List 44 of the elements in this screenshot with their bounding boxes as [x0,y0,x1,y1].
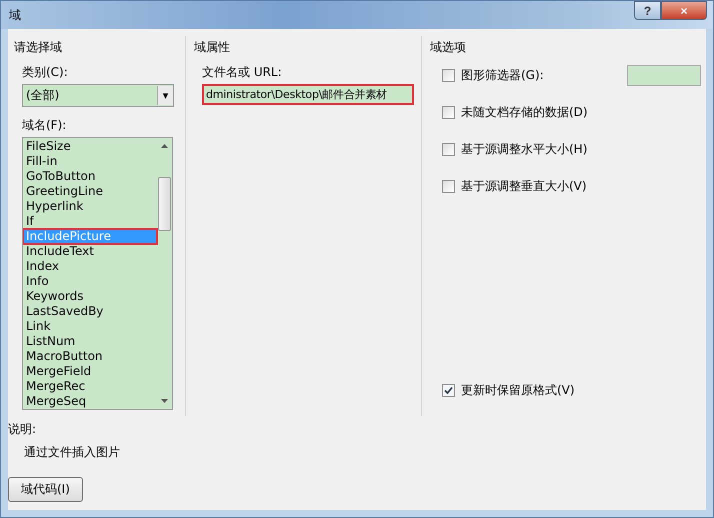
description-label: 说明: [8,421,36,438]
filter-field[interactable] [627,64,701,86]
help-button[interactable]: ? [634,1,661,20]
url-label: 文件名或 URL: [202,64,282,81]
group-heading: 请选择域 [14,39,62,56]
group-heading: 域选项 [430,39,466,56]
option-label: 更新时保留原格式(V) [461,382,575,398]
checkbox[interactable] [442,68,455,82]
checkbox[interactable] [442,384,455,396]
list-item[interactable]: MergeRec [23,379,157,394]
option-label: 基于源调整水平大小(H) [461,140,588,158]
checkbox[interactable] [442,180,455,192]
checkbox[interactable] [442,142,455,156]
list-item[interactable]: GreetingLine [23,184,157,199]
list-item[interactable]: Index [23,259,157,274]
field-codes-button[interactable]: 域代码(I) [8,477,83,502]
description-text: 通过文件插入图片 [24,444,120,461]
option-label: 图形筛选器(G): [461,66,544,84]
category-dropdown[interactable]: (全部) ▾ [22,84,174,107]
option-label: 基于源调整垂直大小(V) [461,178,587,194]
url-field[interactable]: dministrator\Desktop\邮件合并素材 [202,84,414,105]
list-item[interactable]: IncludeText [23,244,157,259]
list-item[interactable]: Fill-in [23,154,157,169]
list-item[interactable]: Link [23,319,157,334]
list-item[interactable]: If [23,214,157,229]
list-item[interactable]: MacroButton [23,349,157,364]
scroll-down-icon[interactable] [161,399,168,403]
window-title: 域 [9,6,21,24]
list-item[interactable]: Keywords [23,289,157,304]
list-item[interactable]: GoToButton [23,169,157,184]
scroll-thumb[interactable] [158,176,171,230]
list-item[interactable]: MergeField [23,364,157,379]
scroll-up-icon[interactable] [161,144,168,148]
category-label: 类别(C): [22,64,68,81]
option-label: 未随文档存储的数据(D) [461,104,588,120]
list-item[interactable]: MergeSeq [23,394,157,409]
list-item[interactable]: Info [23,274,157,289]
list-item[interactable]: FileSize [23,139,157,154]
list-item[interactable]: LastSavedBy [23,304,157,319]
group-heading: 域属性 [194,39,230,56]
checkbox[interactable] [442,106,455,118]
list-item[interactable]: ListNum [23,334,157,349]
list-item[interactable]: Hyperlink [23,199,157,214]
field-name-label: 域名(F): [22,117,66,134]
